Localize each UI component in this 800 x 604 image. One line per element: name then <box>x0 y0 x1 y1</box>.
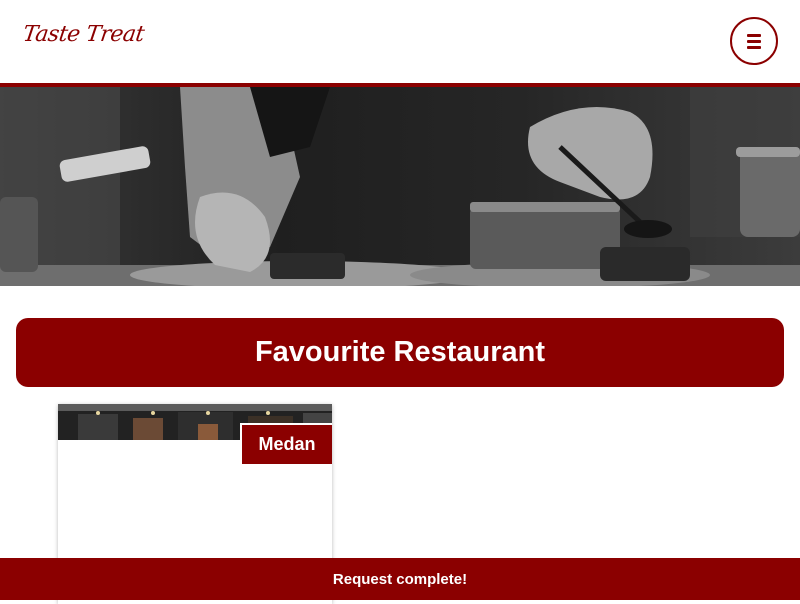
section-title: Favourite Restaurant <box>16 318 784 387</box>
hero-chef-illustration <box>0 87 800 286</box>
menu-button[interactable] <box>730 17 778 65</box>
app-header: Taste Treat <box>0 0 800 83</box>
hamburger-icon-bar <box>747 33 761 37</box>
logo-link[interactable]: Taste Treat <box>21 22 145 47</box>
toast-notification: Request complete! <box>0 558 800 600</box>
hamburger-icon-bar <box>747 45 761 49</box>
city-badge: Medan <box>240 423 332 466</box>
hamburger-icon-bar <box>747 39 761 43</box>
hero-image <box>0 83 800 286</box>
